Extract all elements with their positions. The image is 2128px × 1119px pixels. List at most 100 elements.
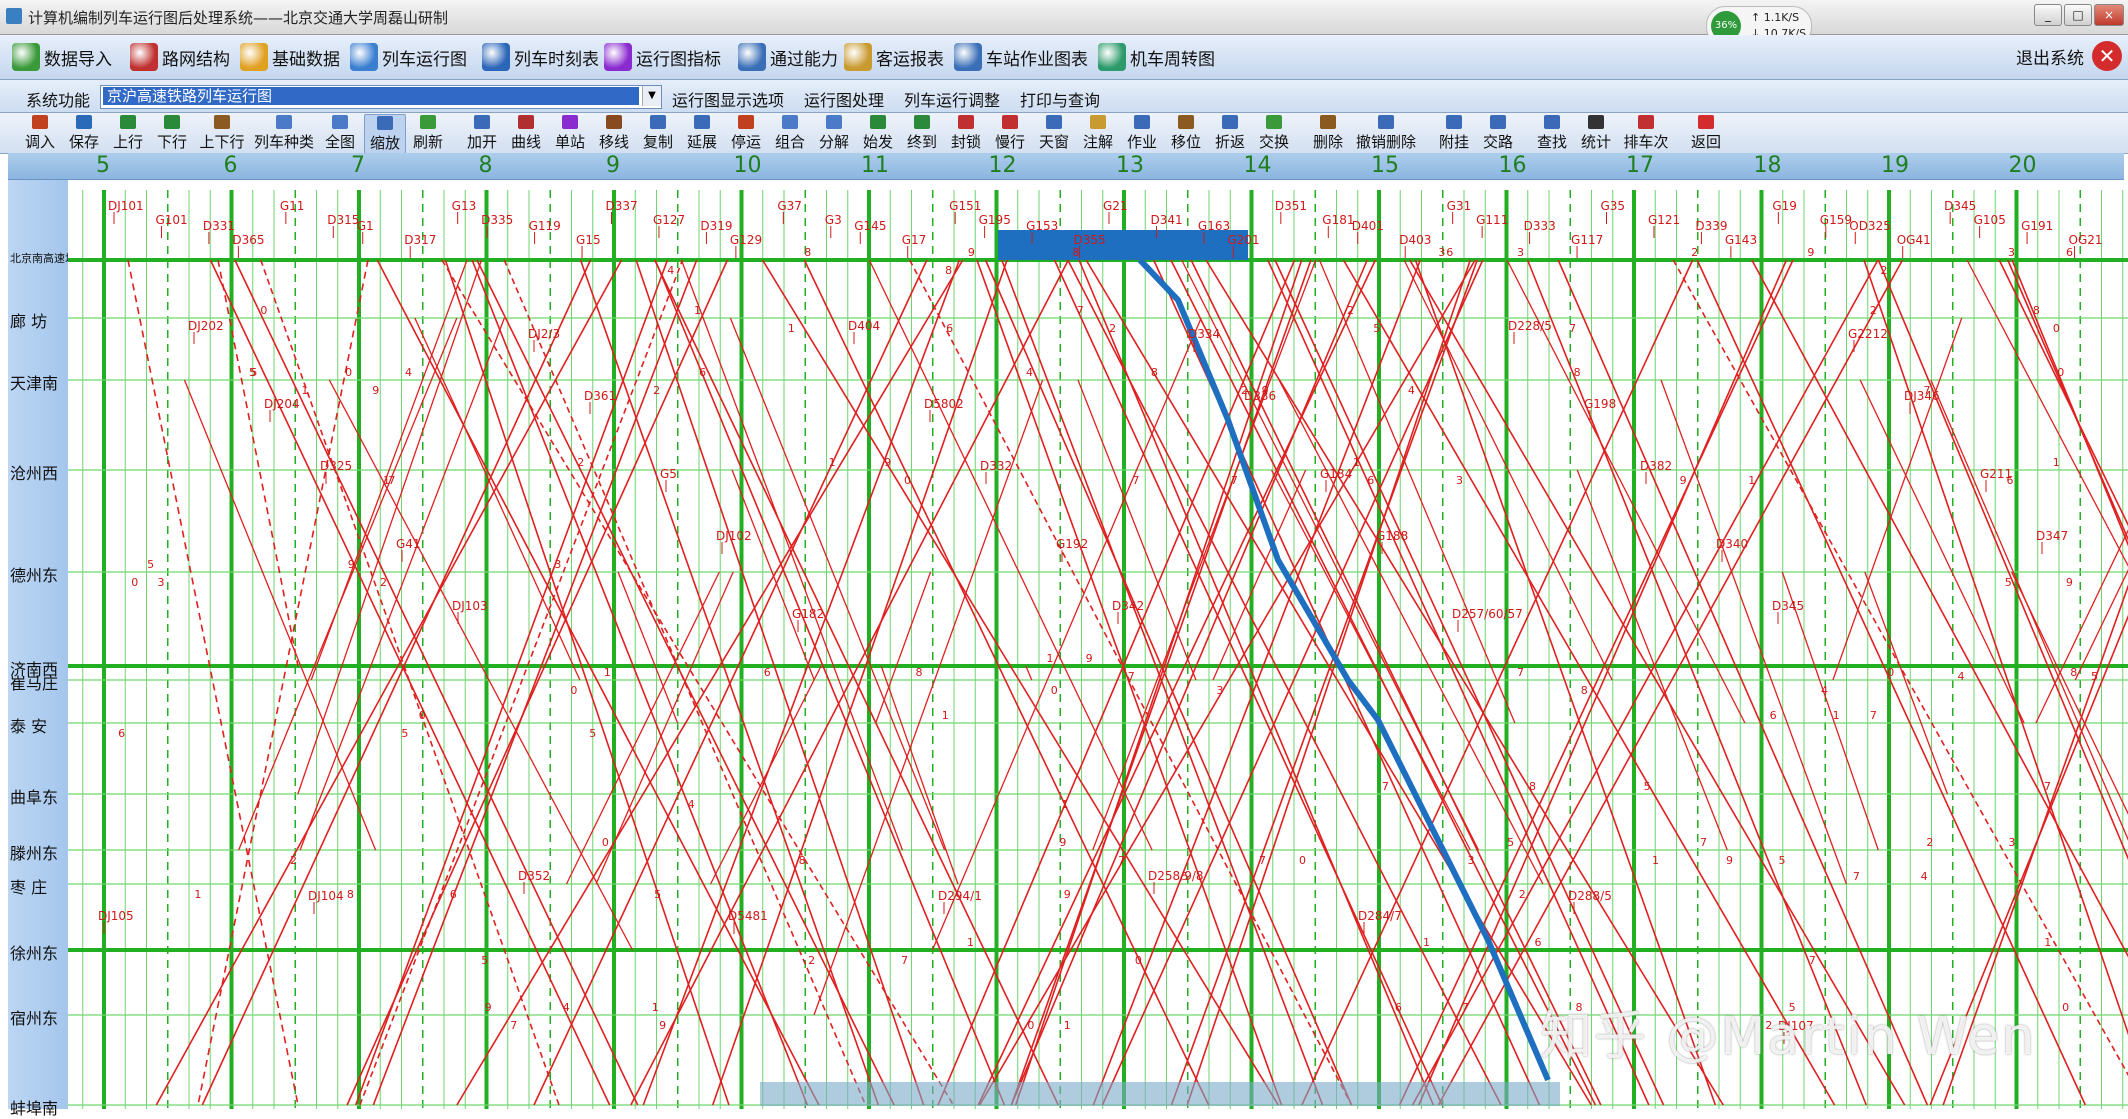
tool-icon	[1002, 115, 1018, 129]
tool-button-28[interactable]: 删除	[1308, 114, 1348, 152]
menu-item-3[interactable]: 列车运行图	[350, 41, 467, 73]
station-label[interactable]: 蚌埠南	[10, 1095, 58, 1119]
tool-button-11[interactable]: 单站	[550, 114, 590, 152]
station-label[interactable]: 泰 安	[10, 713, 47, 737]
tool-button-31[interactable]: 交路	[1478, 114, 1518, 152]
tool-label: 曲线	[510, 133, 541, 151]
station-label[interactable]: 天津南	[10, 370, 58, 394]
station-label[interactable]: 德州东	[10, 562, 58, 586]
train-number-label: G19	[1772, 199, 1797, 213]
tool-button-27[interactable]: 交换	[1254, 114, 1294, 152]
stop-time-digit: 7	[1132, 474, 1139, 487]
tool-button-29[interactable]: 撤销删除	[1352, 114, 1420, 152]
station-label[interactable]: 北京南高速场	[10, 250, 76, 266]
tool-button-24[interactable]: 作业	[1122, 114, 1162, 152]
tool-button-23[interactable]: 注解	[1078, 114, 1118, 152]
function-menu-2[interactable]: 列车运行调整	[904, 87, 1000, 111]
tool-button-9[interactable]: 加开	[462, 114, 502, 152]
tool-button-35[interactable]: 返回	[1686, 114, 1726, 152]
tool-icon	[120, 115, 136, 129]
tool-label: 下行	[156, 133, 187, 151]
stop-time-digit: 0	[1051, 684, 1058, 697]
tool-button-15[interactable]: 停运	[726, 114, 766, 152]
tool-button-19[interactable]: 终到	[902, 114, 942, 152]
stop-time-digit: 0	[1299, 854, 1306, 867]
tool-button-8[interactable]: 刷新	[408, 114, 448, 152]
tool-button-18[interactable]: 始发	[858, 114, 898, 152]
stop-time-digit: 9	[348, 558, 355, 571]
tool-button-7[interactable]: 缩放	[364, 114, 406, 154]
tool-button-0[interactable]: 调入	[20, 114, 60, 152]
tool-button-33[interactable]: 统计	[1576, 114, 1616, 152]
menu-item-2[interactable]: 基础数据	[240, 41, 340, 73]
function-menu-0[interactable]: 运行图显示选项	[672, 87, 784, 111]
tool-icon	[1378, 115, 1394, 129]
train-number-label: D315	[327, 213, 359, 227]
tool-button-20[interactable]: 封锁	[946, 114, 986, 152]
tool-button-5[interactable]: 列车种类	[252, 114, 316, 152]
menu-item-9[interactable]: 机车周转图	[1098, 41, 1215, 73]
tool-button-30[interactable]: 附挂	[1434, 114, 1474, 152]
station-label[interactable]: 徐州东	[10, 940, 58, 964]
stop-time-digit: 0	[904, 474, 911, 487]
tool-button-14[interactable]: 延展	[682, 114, 722, 152]
tool-button-13[interactable]: 复制	[638, 114, 678, 152]
train-number-label: D340	[1716, 537, 1748, 551]
stop-time-digit: 5	[481, 954, 488, 967]
train-number-label: D361	[584, 389, 616, 403]
chevron-down-icon[interactable]: ▼	[642, 86, 661, 106]
report-icon	[844, 43, 872, 71]
tool-button-22[interactable]: 天窗	[1034, 114, 1074, 152]
tool-button-6[interactable]: 全图	[320, 114, 360, 152]
tool-button-17[interactable]: 分解	[814, 114, 854, 152]
tool-button-1[interactable]: 保存	[64, 114, 104, 152]
station-label[interactable]: 宿州东	[10, 1005, 58, 1029]
train-diagram-canvas[interactable]: DJ101 G101 D331D365 G11 D315G1 D317 G13 D335 G11…	[68, 180, 2128, 1109]
train-number-label: G11	[280, 199, 305, 213]
train-number-label: D258/9/8	[1148, 869, 1204, 883]
hour-label: 12	[988, 153, 1017, 178]
station-label[interactable]: 崔马庄	[10, 670, 58, 694]
stop-time-digit: 8	[916, 666, 923, 679]
tool-label: 组合	[774, 133, 805, 151]
tool-button-21[interactable]: 慢行	[990, 114, 1030, 152]
tool-button-10[interactable]: 曲线	[506, 114, 546, 152]
tool-button-32[interactable]: 查找	[1532, 114, 1572, 152]
menu-item-8[interactable]: 车站作业图表	[954, 41, 1088, 73]
close-button[interactable]: ×	[2094, 4, 2124, 26]
station-label[interactable]: 沧州西	[10, 460, 58, 484]
title-bar: 计算机编制列车运行图后处理系统——北京交通大学周磊山研制 36% ↑ 1.1K/…	[0, 0, 2128, 46]
menu-item-4[interactable]: 列车时刻表	[482, 41, 599, 73]
tool-button-12[interactable]: 移线	[594, 114, 634, 152]
stop-time-digit: 0	[419, 709, 426, 722]
tool-button-4[interactable]: 上下行	[196, 114, 248, 152]
tool-button-26[interactable]: 折返	[1210, 114, 1250, 152]
tool-icon	[1698, 115, 1714, 129]
menu-item-1[interactable]: 路网结构	[130, 41, 230, 73]
function-menu-3[interactable]: 打印与查询	[1020, 87, 1100, 111]
station-label[interactable]: 滕州东	[10, 840, 58, 864]
tool-button-34[interactable]: 排车次	[1620, 114, 1672, 152]
train-number-label: G105	[1974, 213, 2006, 227]
maximize-button[interactable]: □	[2064, 4, 2092, 26]
stop-time-digit: 9	[884, 456, 891, 469]
minimize-button[interactable]: _	[2034, 4, 2062, 26]
tool-button-16[interactable]: 组合	[770, 114, 810, 152]
tool-button-2[interactable]: 上行	[108, 114, 148, 152]
function-menu-1[interactable]: 运行图处理	[804, 87, 884, 111]
tool-button-25[interactable]: 移位	[1166, 114, 1206, 152]
stop-time-digit: 9	[1726, 854, 1733, 867]
menu-item-7[interactable]: 客运报表	[844, 41, 944, 73]
tool-button-3[interactable]: 下行	[152, 114, 192, 152]
station-label[interactable]: 廊 坊	[10, 308, 47, 332]
horizontal-scrollbar[interactable]	[760, 1082, 1560, 1106]
menu-item-6[interactable]: 通过能力	[738, 41, 838, 73]
menu-item-5[interactable]: 运行图指标	[604, 41, 721, 73]
exit-system-button[interactable]: 退出系统 ✕	[2016, 41, 2122, 71]
menu-item-0[interactable]: 数据导入	[12, 41, 112, 73]
station-label[interactable]: 枣 庄	[10, 874, 47, 898]
tool-label: 慢行	[994, 133, 1025, 151]
diagram-select[interactable]: 京沪高速铁路列车运行图 ▼	[100, 85, 662, 109]
stop-time-digit: 8	[945, 264, 952, 277]
station-label[interactable]: 曲阜东	[10, 784, 58, 808]
